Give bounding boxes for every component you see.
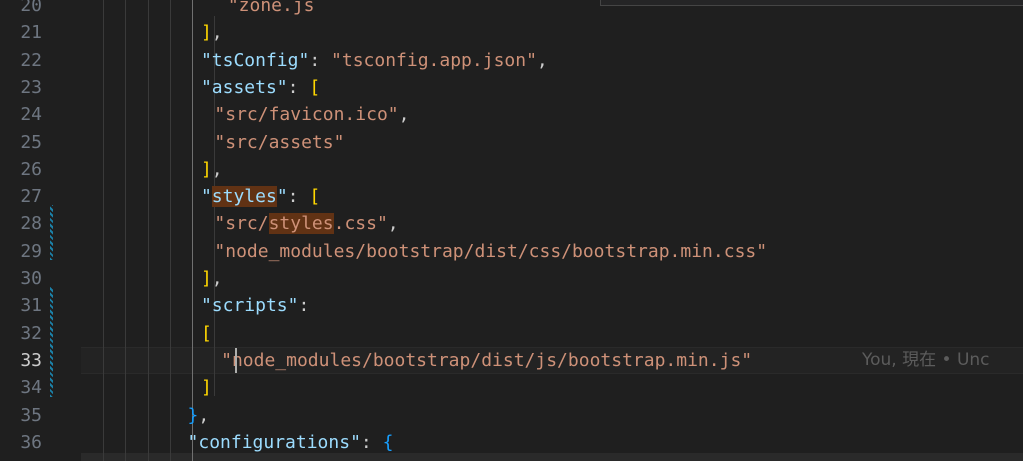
code-token: :: [309, 49, 332, 71]
code-text: "assets": [: [201, 74, 320, 101]
code-text: "src/favicon.ico",: [214, 101, 409, 128]
line-number: 34: [20, 377, 42, 399]
code-text: "node_modules/bootstrap/dist/js/bootstra…: [221, 347, 752, 374]
code-line[interactable]: 26],: [0, 156, 1023, 183]
code-token: "src/: [214, 213, 269, 235]
code-token: ,: [198, 404, 210, 426]
code-line[interactable]: 31 "scripts":: [0, 292, 1023, 319]
code-token: "src/favicon.ico": [214, 104, 399, 126]
indent-guide: [148, 0, 149, 461]
code-line[interactable]: 21],: [0, 19, 1023, 46]
code-line[interactable]: 25 "src/assets": [0, 129, 1023, 156]
line-number: 26: [20, 158, 42, 180]
code-line[interactable]: 35},: [0, 402, 1023, 429]
code-token: [: [200, 322, 212, 344]
line-number: 36: [20, 431, 42, 453]
indent-guide: [192, 0, 193, 461]
code-line[interactable]: 34]: [0, 374, 1023, 401]
code-token: styles: [268, 213, 334, 235]
code-text: ],: [201, 19, 223, 46]
line-number: 31: [20, 295, 42, 317]
text-cursor: [235, 347, 237, 373]
code-token: "tsconfig.app.json": [331, 49, 537, 71]
code-editor[interactable]: 20 "zone.js 21], 22 "tsConfig": "tsconfig.ap…: [0, 0, 1023, 461]
code-token: :: [360, 431, 383, 453]
code-token: ": [276, 186, 288, 208]
dirty-diff-marker[interactable]: [50, 205, 53, 260]
code-text: "node_modules/bootstrap/dist/css/bootstr…: [214, 238, 767, 265]
code-token: ": [200, 186, 212, 208]
code-text: ],: [201, 156, 223, 183]
line-number: 29: [20, 240, 42, 262]
code-line[interactable]: 22 "tsConfig": "tsconfig.app.json",: [0, 47, 1023, 74]
code-text: "scripts":: [201, 292, 309, 319]
code-token: "assets": [200, 76, 288, 98]
code-token: "tsConfig": [200, 49, 310, 71]
code-token: :: [287, 186, 310, 208]
code-line[interactable]: 27 "styles": [: [0, 183, 1023, 210]
code-line[interactable]: 28 "src/styles.css",: [0, 210, 1023, 237]
code-text: "src/styles.css",: [214, 210, 399, 237]
code-token: "node_modules/bootstrap/dist/css/bootstr…: [214, 240, 768, 262]
indent-guide: [125, 0, 126, 461]
code-token: ,: [398, 104, 410, 126]
code-token: "zone.js: [227, 0, 315, 16]
line-number: 28: [20, 213, 42, 235]
code-text: "zone.js: [228, 0, 315, 19]
code-token: ,: [211, 22, 223, 44]
code-line[interactable]: 33 "node_modules/bootstrap/dist/js/bootst…: [0, 346, 1023, 374]
line-number: 22: [20, 49, 42, 71]
indent-guide: [103, 0, 104, 461]
line-number: 24: [20, 104, 42, 126]
code-token: "scripts": [200, 295, 299, 317]
code-token: }: [187, 404, 199, 426]
code-text: "styles": [: [201, 183, 320, 210]
line-number: 25: [20, 131, 42, 153]
code-token: "src/assets": [214, 131, 345, 153]
code-token: ,: [211, 158, 223, 180]
line-number: 20: [20, 0, 42, 16]
code-token: .css": [333, 213, 388, 235]
code-token: ]: [200, 22, 212, 44]
line-number: 35: [20, 404, 42, 426]
overlay-widget-edge: [600, 0, 1023, 6]
dirty-diff-marker[interactable]: [50, 287, 53, 397]
code-token: [: [309, 76, 321, 98]
line-number: 21: [20, 22, 42, 44]
code-token: ,: [536, 49, 548, 71]
line-number: 27: [20, 186, 42, 208]
line-number: 30: [20, 268, 42, 289]
code-token: :: [298, 295, 310, 317]
code-token: ]: [200, 158, 212, 180]
code-line[interactable]: 36 "configurations": {: [0, 429, 1023, 456]
line-number: 33: [20, 349, 42, 371]
code-line[interactable]: 30],: [0, 265, 1023, 292]
code-text: ],: [201, 265, 223, 292]
code-token: "node_modules/bootstrap/dist/js/bootstra…: [221, 349, 753, 371]
code-token: ]: [200, 268, 212, 289]
code-token: ,: [211, 268, 223, 289]
code-token: ]: [200, 377, 212, 399]
code-line[interactable]: 24 "src/favicon.ico",: [0, 101, 1023, 128]
code-token: {: [382, 431, 394, 453]
code-token: styles: [211, 186, 277, 208]
code-token: "configurations": [187, 431, 361, 453]
line-number: 23: [20, 76, 42, 98]
code-line[interactable]: 32 [: [0, 320, 1023, 347]
code-token: ,: [387, 213, 399, 235]
code-text: },: [188, 402, 210, 429]
code-line[interactable]: 29 "node_modules/bootstrap/dist/css/boots…: [0, 238, 1023, 265]
indent-guide: [170, 0, 171, 461]
code-text: "src/assets": [214, 129, 344, 156]
code-token: :: [287, 76, 310, 98]
line-number: 32: [20, 322, 42, 344]
code-text: ]: [201, 374, 212, 401]
code-line[interactable]: 23 "assets": [: [0, 74, 1023, 101]
git-blame-annotation: You, 現在 • Unc: [862, 349, 990, 370]
code-text: [: [201, 320, 212, 347]
code-token: [: [309, 186, 321, 208]
code-text: "tsConfig": "tsconfig.app.json",: [201, 47, 548, 74]
code-text: "configurations": {: [188, 429, 394, 456]
